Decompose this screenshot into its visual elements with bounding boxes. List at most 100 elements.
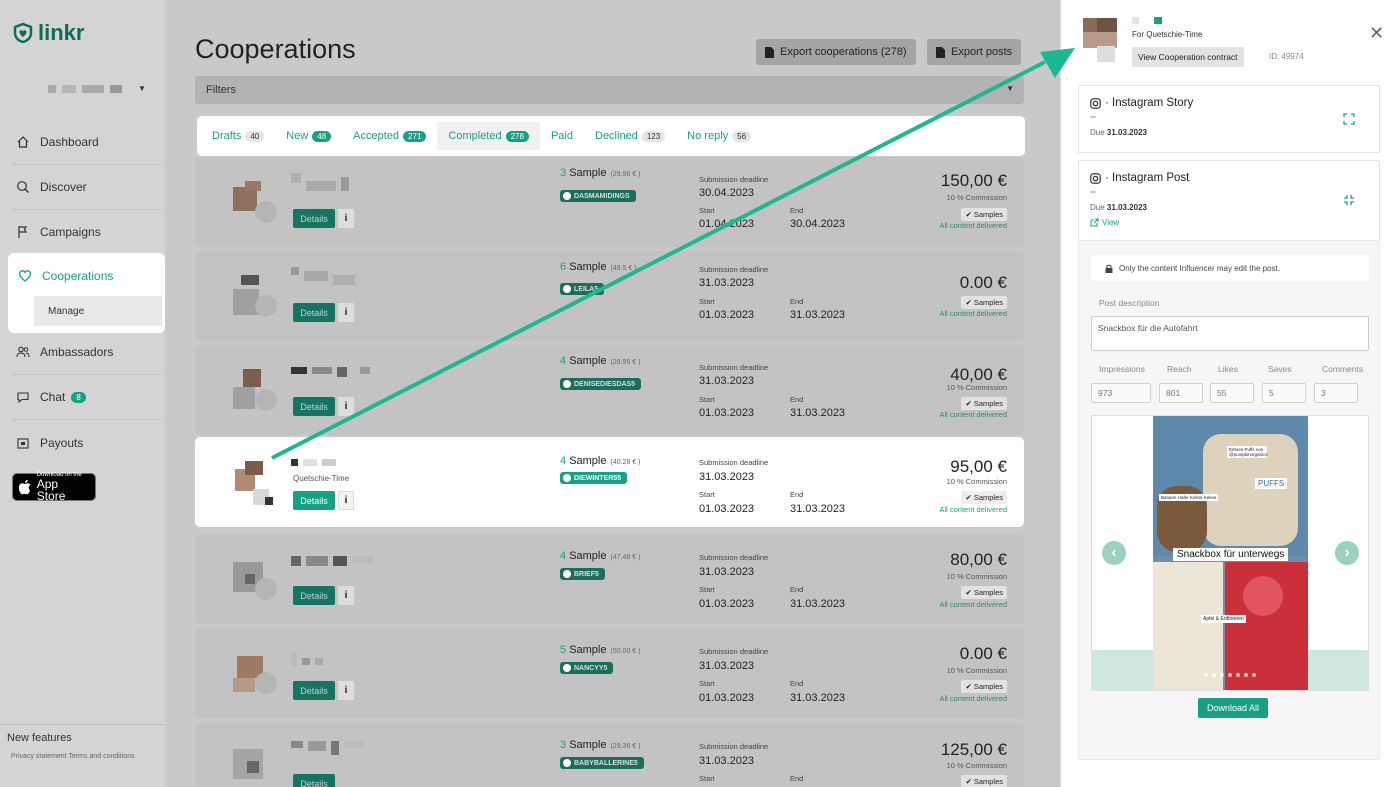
commission: 10 % Commission (946, 572, 1007, 581)
deadline-value: 31.03.2023 (699, 277, 755, 289)
filters-toggle[interactable]: Filters ▼ (195, 76, 1024, 104)
export-cooperations-button[interactable]: Export cooperations (278) (756, 39, 916, 65)
end-value: 30.04.2023 (790, 218, 846, 230)
blurred-name (48, 84, 56, 93)
for-influencer: For Quetschie-Time (1132, 30, 1203, 39)
tab-completed[interactable]: Completed 278 (437, 122, 540, 150)
sidebar-item-dashboard[interactable]: Dashboard (12, 120, 162, 165)
download-all-button[interactable]: Download All (1198, 698, 1268, 718)
cooperation-row[interactable]: Details i 4 Sample (47.48 € ) BRIEF5 Subm… (195, 534, 1024, 624)
impressions-label: Impressions (1099, 364, 1145, 374)
instagram-story-card: · Instagram Story Due 31.03.2023 (1078, 85, 1380, 153)
cooperation-row[interactable]: Details i 3 Sample (29.96 € ) DASMAMIDING… (195, 157, 1024, 247)
tab-paid[interactable]: Paid (540, 122, 584, 150)
check-icon (563, 759, 571, 767)
info-button[interactable]: i (338, 681, 354, 700)
sidebar-subitem-manage[interactable]: Manage (34, 296, 162, 326)
details-button[interactable]: Details (293, 681, 335, 700)
reach-field[interactable]: 801 (1159, 383, 1203, 403)
export-posts-button[interactable]: Export posts (927, 39, 1022, 65)
start-label: Start (699, 395, 715, 404)
tab-accepted[interactable]: Accepted 271 (342, 122, 437, 150)
avatar (233, 652, 281, 696)
deadline-label: Submission deadline (699, 458, 769, 467)
blurred-name (291, 367, 370, 377)
sidebar-item-ambassadors[interactable]: Ambassadors (12, 330, 162, 375)
tab-drafts[interactable]: Drafts 40 (201, 122, 275, 150)
view-contract-button[interactable]: View Cooperation contract (1132, 47, 1244, 67)
amount: 95,00 € (950, 457, 1007, 476)
details-button[interactable]: Details (293, 774, 335, 787)
details-button[interactable]: Details (293, 397, 335, 416)
check-icon (563, 380, 571, 388)
cooperation-row[interactable]: Details 3 Sample (29.36 € ) BABYBALLERINE… (195, 723, 1024, 787)
end-value: 31.03.2023 (790, 407, 846, 419)
details-button[interactable]: Details (293, 209, 335, 228)
info-button[interactable]: i (338, 209, 354, 228)
reach-label: Reach (1167, 364, 1192, 374)
tab-declined[interactable]: Declined 123 (584, 122, 676, 150)
sidebar: linkr ▼ Dashboard Discover Campaigns Coo… (0, 0, 165, 787)
deadline-label: Submission deadline (699, 553, 769, 562)
info-button[interactable]: i (338, 303, 354, 322)
legal-links[interactable]: Privacy statement Terms and conditions (11, 753, 135, 760)
cooperation-row-selected[interactable]: Quetschie-Time Details i 4 Sample (40.28 … (195, 437, 1024, 527)
info-button[interactable]: i (338, 586, 354, 605)
tab-label: No reply (687, 130, 729, 142)
user-menu[interactable]: ▼ (48, 84, 146, 93)
info-button[interactable]: i (338, 491, 354, 510)
sidebar-item-payouts[interactable]: Payouts (12, 420, 162, 465)
tab-new[interactable]: New 48 (275, 122, 342, 150)
blurred-name (62, 84, 76, 93)
close-icon[interactable]: ✕ (1369, 24, 1384, 42)
post-description-field[interactable]: Snackbox für die Autofahrt (1091, 316, 1369, 351)
check-icon (563, 664, 571, 672)
avatar (233, 275, 281, 319)
carousel-dots[interactable] (1204, 673, 1256, 677)
likes-field[interactable]: 55 (1210, 383, 1254, 403)
tab-no-reply[interactable]: No reply 56 (676, 122, 762, 150)
app-store-badge[interactable]: Download on the App Store (12, 472, 96, 502)
main-content: Cooperations Export cooperations (278) E… (165, 0, 1060, 787)
blurred-text (1090, 116, 1096, 118)
sidebar-item-cooperations[interactable]: Cooperations (8, 253, 165, 283)
view-post-link[interactable]: View (1090, 218, 1119, 227)
cooperation-row[interactable]: Details i 4 Sample (28.95 € ) DENISEDIESD… (195, 345, 1024, 435)
check-icon (563, 285, 571, 293)
avatar (233, 181, 281, 225)
photo-caption: Snackbox für unterwegs (1173, 548, 1289, 561)
lock-icon (1105, 264, 1113, 273)
sidebar-item-chat[interactable]: Chat 8 (12, 375, 162, 420)
samples-tag: ✔ Samples (961, 586, 1007, 599)
logo[interactable]: linkr (12, 20, 84, 46)
cooperation-row[interactable]: Details i 5 Sample (50.00 € ) NANCYY5 Sub… (195, 628, 1024, 718)
tab-label: Completed (448, 130, 502, 142)
collapse-icon[interactable] (1343, 194, 1355, 206)
info-button[interactable]: i (338, 397, 354, 416)
deadline-label: Submission deadline (699, 647, 769, 656)
caret-down-icon: ▼ (138, 84, 146, 93)
start-value: 01.03.2023 (699, 407, 755, 419)
sidebar-item-cooperations-group: Cooperations Manage (8, 253, 165, 333)
end-label: End (790, 679, 804, 688)
start-value: 01.03.2023 (699, 309, 755, 321)
instagram-icon (1090, 97, 1101, 109)
carousel-prev-button[interactable]: ‹ (1102, 541, 1126, 565)
sidebar-item-discover[interactable]: Discover (12, 165, 162, 210)
expand-icon[interactable] (1343, 113, 1355, 125)
cooperation-row[interactable]: Details i 6 Sample (49.5 € ) LEILA5 Submi… (195, 251, 1024, 341)
lock-notice: Only the content Influencer may edit the… (1091, 255, 1369, 281)
carousel-next-button[interactable]: › (1335, 541, 1359, 565)
comments-field[interactable]: 3 (1314, 383, 1358, 403)
blurred-name (110, 84, 122, 93)
new-features-link[interactable]: New features (0, 724, 165, 744)
sidebar-item-campaigns[interactable]: Campaigns (12, 210, 162, 255)
details-button[interactable]: Details (293, 303, 335, 322)
comments-label: Comments (1322, 364, 1364, 374)
saves-field[interactable]: 5 (1262, 383, 1306, 403)
discount-code-badge: BABYBALLERINE5 (560, 757, 644, 769)
blurred-name (291, 652, 323, 666)
details-button[interactable]: Details (293, 491, 335, 510)
impressions-field[interactable]: 973 (1091, 383, 1151, 403)
details-button[interactable]: Details (293, 586, 335, 605)
